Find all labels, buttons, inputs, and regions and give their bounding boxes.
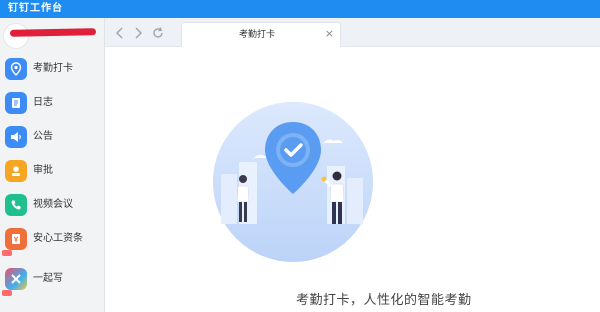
sidebar-item-approval[interactable]: 审批 <box>0 154 104 188</box>
forward-button[interactable] <box>131 25 145 39</box>
refresh-button[interactable] <box>151 25 165 39</box>
refresh-icon <box>153 27 163 38</box>
title-bar: 钉钉工作台 <box>0 0 600 18</box>
new-badge <box>2 290 12 296</box>
app-title: 钉钉工作台 <box>8 3 63 14</box>
tab-attendance[interactable]: 考勤打卡 × <box>181 22 341 47</box>
attendance-illustration <box>213 102 373 262</box>
user-profile[interactable] <box>0 18 104 52</box>
sidebar-item-video-meeting[interactable]: 视频会议 <box>0 188 104 222</box>
sidebar-item-label: 一起写 <box>33 273 63 284</box>
person-stamp-icon <box>5 160 27 182</box>
salary-icon <box>5 228 27 250</box>
browser-toolbar: 考勤打卡 × <box>105 18 600 47</box>
sidebar-item-label: 审批 <box>33 165 53 176</box>
chevron-left-icon <box>116 27 123 39</box>
sidebar-item-label: 安心工资条 <box>33 233 83 244</box>
new-badge <box>2 250 12 256</box>
close-icon[interactable]: × <box>325 23 334 45</box>
sidebar: 考勤打卡 日志 公告 审批 视频会议 安心工资条 一起写 <box>0 18 105 312</box>
redacted-username <box>9 28 97 37</box>
megaphone-icon <box>5 126 27 148</box>
tab-label: 考勤打卡 <box>238 30 275 40</box>
slogan-text: 考勤打卡，人性化的智能考勤 <box>296 293 472 308</box>
phone-icon <box>5 194 27 216</box>
sidebar-item-label: 考勤打卡 <box>33 63 73 74</box>
sidebar-item-announcement[interactable]: 公告 <box>0 120 104 154</box>
sidebar-item-salary[interactable]: 安心工资条 <box>0 222 104 256</box>
collab-doc-icon <box>5 268 27 290</box>
sidebar-item-attendance[interactable]: 考勤打卡 <box>0 52 104 86</box>
chevron-right-icon <box>135 27 142 39</box>
back-button[interactable] <box>113 25 127 39</box>
sidebar-item-label: 日志 <box>33 97 53 108</box>
notebook-icon <box>5 92 27 114</box>
sidebar-item-label: 公告 <box>33 131 53 142</box>
sidebar-item-label: 视频会议 <box>33 199 73 210</box>
sidebar-item-co-write[interactable]: 一起写 <box>0 262 104 296</box>
location-pin-icon <box>5 58 27 80</box>
sidebar-item-log[interactable]: 日志 <box>0 86 104 120</box>
